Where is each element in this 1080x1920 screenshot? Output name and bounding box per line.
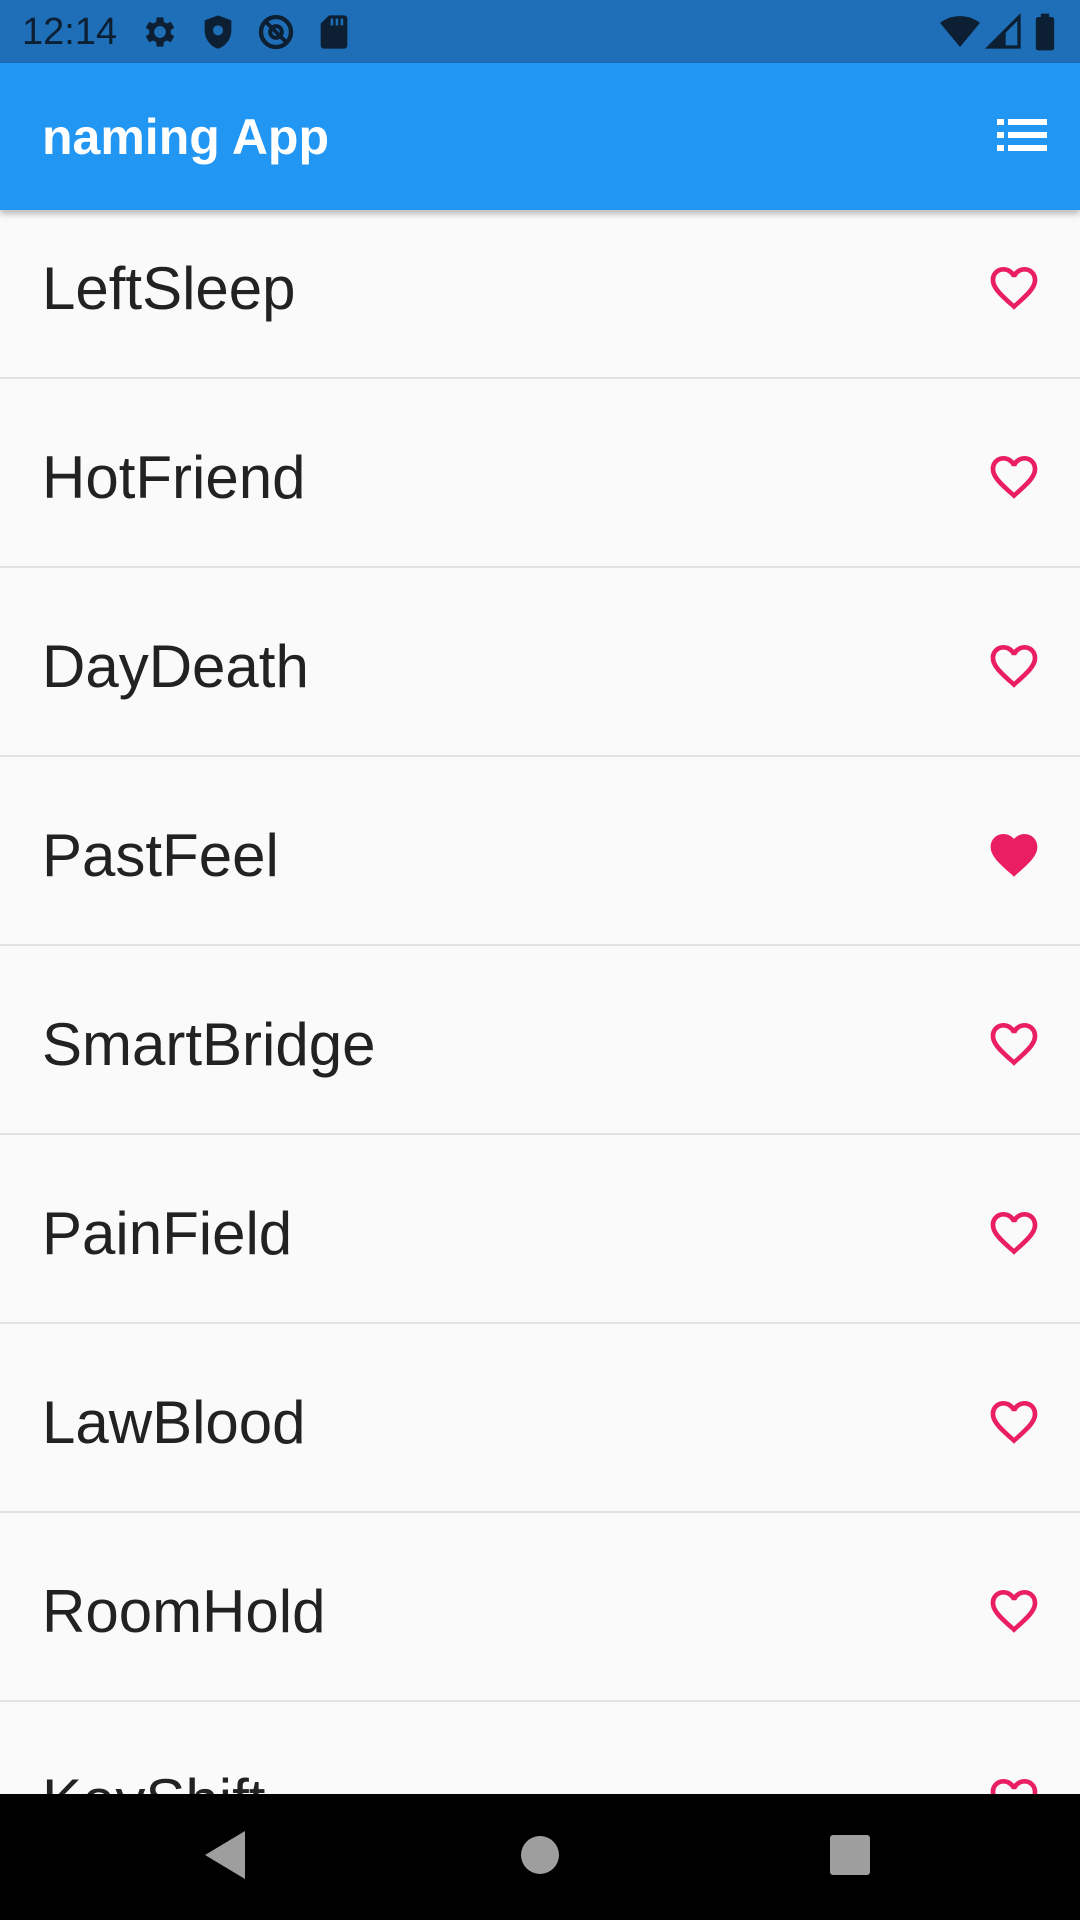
shield-icon <box>198 12 238 52</box>
list-item[interactable]: PainField <box>0 1155 1080 1344</box>
recents-button[interactable] <box>820 1827 880 1887</box>
saved-list-button[interactable] <box>986 101 1058 173</box>
divider <box>0 1700 1080 1702</box>
list-item-name: SmartBridge <box>42 1011 376 1078</box>
at-sign-icon <box>256 12 296 52</box>
gear-icon <box>140 12 180 52</box>
heart-outline-icon[interactable] <box>986 638 1042 694</box>
divider <box>0 377 1080 379</box>
list-item-name: HotFriend <box>42 444 306 511</box>
heart-outline-icon[interactable] <box>986 1205 1042 1261</box>
word-list[interactable]: LeftSleep HotFriend DayDeath PastFeel Sm… <box>0 210 1080 1794</box>
list-item[interactable]: DayDeath <box>0 588 1080 777</box>
list-item[interactable]: KeyShift <box>0 1722 1080 1794</box>
wifi-icon <box>940 12 980 52</box>
heart-outline-icon[interactable] <box>986 260 1042 316</box>
list-item-name: LawBlood <box>42 1389 306 1456</box>
divider <box>0 1133 1080 1135</box>
divider <box>0 755 1080 757</box>
heart-outline-icon[interactable] <box>986 1583 1042 1639</box>
list-item-name: KeyShift <box>42 1766 265 1794</box>
divider <box>0 1322 1080 1324</box>
screen: 12:14 naming App LeftSleep HotFriend Day… <box>0 0 1080 1920</box>
list-item[interactable]: LawBlood <box>0 1344 1080 1533</box>
list-item-name: PainField <box>42 1200 293 1267</box>
battery-icon <box>1030 12 1060 52</box>
home-button[interactable] <box>510 1827 570 1887</box>
back-icon <box>201 1829 249 1886</box>
list-item[interactable]: HotFriend <box>0 399 1080 588</box>
list-item[interactable]: LeftSleep <box>0 210 1080 399</box>
heart-outline-icon[interactable] <box>986 1016 1042 1072</box>
list-item-name: DayDeath <box>42 633 309 700</box>
list-item[interactable]: SmartBridge <box>0 966 1080 1155</box>
status-time: 12:14 <box>22 11 118 53</box>
sd-card-icon <box>314 12 354 52</box>
list-item[interactable]: PastFeel <box>0 777 1080 966</box>
heart-outline-icon[interactable] <box>986 1772 1042 1794</box>
divider <box>0 944 1080 946</box>
list-item-name: PastFeel <box>42 822 279 889</box>
heart-outline-icon[interactable] <box>986 1394 1042 1450</box>
divider <box>0 1511 1080 1513</box>
divider <box>0 566 1080 568</box>
heart-outline-icon[interactable] <box>986 449 1042 505</box>
status-bar: 12:14 <box>0 0 1080 63</box>
navigation-bar <box>0 1794 1080 1920</box>
list-item-name: RoomHold <box>42 1578 326 1645</box>
list-item[interactable]: RoomHold <box>0 1533 1080 1722</box>
app-title: naming App <box>42 109 330 165</box>
list-item-name: LeftSleep <box>42 255 296 322</box>
back-button[interactable] <box>195 1827 255 1887</box>
signal-icon <box>984 12 1024 52</box>
recents-icon <box>830 1834 870 1880</box>
list-icon <box>997 117 1047 158</box>
heart-filled-icon[interactable] <box>986 827 1042 883</box>
home-icon <box>520 1835 560 1880</box>
app-bar: naming App <box>0 63 1080 210</box>
